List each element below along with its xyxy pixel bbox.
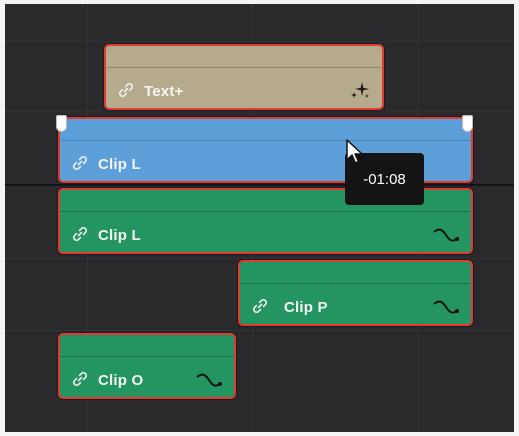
video-audio-boundary (5, 184, 514, 186)
audio-curve-icon (196, 373, 222, 387)
clip-label: Text+ (144, 83, 184, 100)
clip-label: Clip L (98, 156, 141, 173)
trim-handle-left[interactable] (56, 115, 67, 132)
clip-label: Clip L (98, 227, 141, 244)
track-divider (5, 110, 514, 111)
audio-curve-icon (433, 228, 459, 242)
clip-label: Clip P (284, 299, 328, 316)
clip-p-clip[interactable]: Clip P (238, 260, 473, 326)
timeline-panel[interactable]: Text+ Clip L Clip L Clip P Clip O -01:08 (5, 4, 514, 432)
mouse-cursor-icon (346, 139, 363, 164)
sparkle-icon (351, 82, 369, 98)
clip-o-clip[interactable]: Clip O (58, 333, 236, 399)
trim-delta-value: -01:08 (363, 170, 406, 188)
link-icon (72, 155, 88, 171)
link-icon (118, 82, 134, 98)
track-divider (5, 330, 514, 331)
audio-curve-icon (433, 300, 459, 314)
clip-label: Clip O (98, 372, 144, 389)
track-divider (5, 41, 514, 42)
link-icon (72, 226, 88, 242)
link-icon (72, 371, 88, 387)
text-plus-clip[interactable]: Text+ (104, 44, 384, 110)
link-icon (252, 298, 268, 314)
trim-handle-right[interactable] (462, 115, 473, 132)
track-divider (5, 258, 514, 259)
